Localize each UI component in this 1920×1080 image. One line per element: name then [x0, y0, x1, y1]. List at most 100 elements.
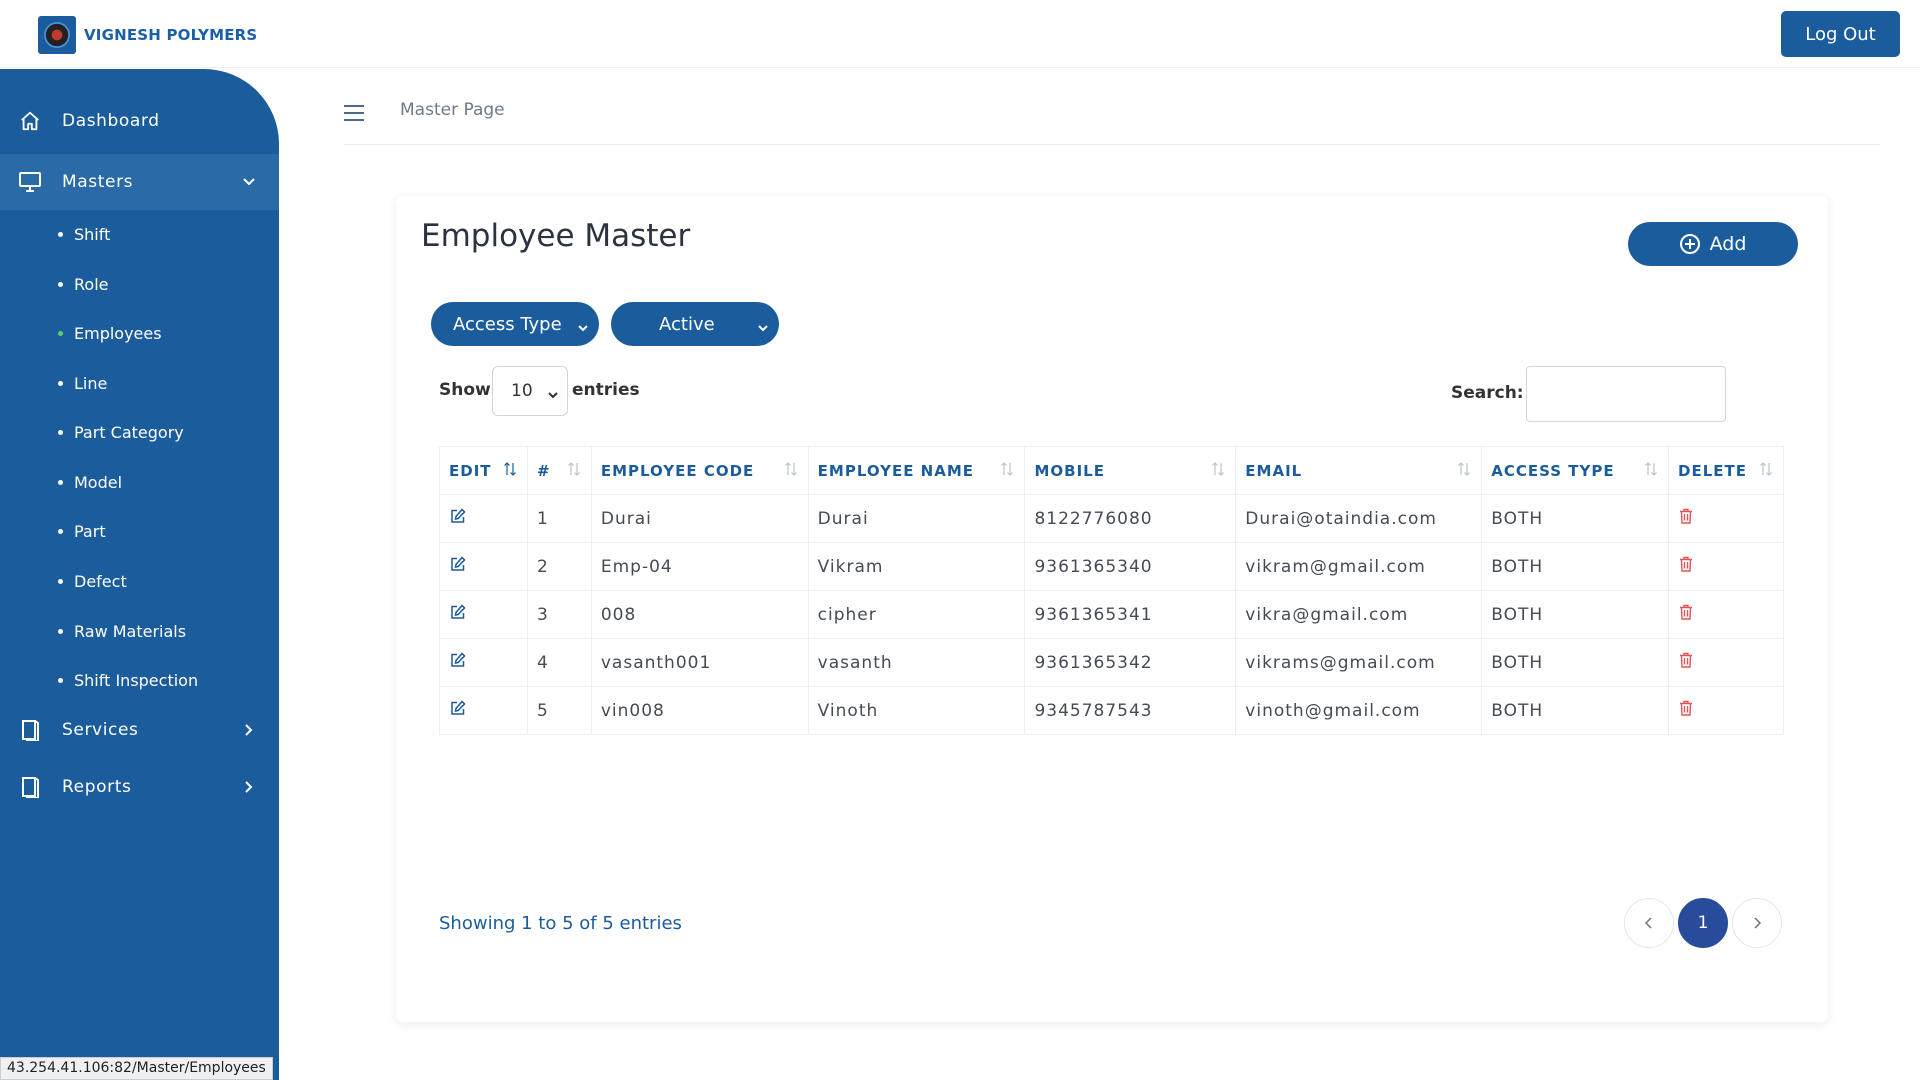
top-bar: VIGNESH POLYMERS Log Out: [0, 0, 1920, 68]
entries-per-page-select[interactable]: 10: [492, 366, 568, 416]
edit-icon[interactable]: [450, 508, 466, 529]
chevron-down-icon: [757, 318, 769, 332]
employee-access-type: BOTH: [1481, 638, 1670, 687]
access-type-filter[interactable]: Access Type: [431, 302, 599, 346]
employee-access-type: BOTH: [1481, 686, 1670, 735]
column-header-email[interactable]: EMAIL: [1235, 446, 1483, 495]
sort-icon: [1001, 462, 1014, 476]
edit-cell: [439, 542, 528, 591]
edit-icon[interactable]: [450, 604, 466, 625]
edit-icon[interactable]: [450, 652, 466, 673]
trash-icon[interactable]: [1679, 604, 1693, 625]
delete-cell: [1668, 638, 1784, 687]
column-header-access-type[interactable]: ACCESS TYPE: [1481, 446, 1670, 495]
sidebar-item-reports[interactable]: Reports: [0, 759, 279, 815]
sort-icon: [1760, 462, 1772, 476]
table-info: Showing 1 to 5 of 5 entries: [439, 913, 682, 934]
delete-cell: [1668, 494, 1784, 543]
show-label: Show: [439, 380, 491, 400]
brand-name: VIGNESH POLYMERS: [84, 26, 258, 44]
page-button-current[interactable]: 1: [1678, 898, 1728, 948]
sidebar-subitem-raw-materials[interactable]: Raw Materials: [58, 622, 186, 641]
employee-code: 008: [590, 590, 809, 639]
home-icon: [18, 109, 42, 133]
edit-icon[interactable]: [450, 700, 466, 721]
employee-mobile: 8122776080: [1024, 494, 1237, 543]
trash-icon[interactable]: [1679, 508, 1693, 529]
breadcrumb: Master Page: [400, 100, 505, 120]
sidebar-subitem-employees[interactable]: Employees: [58, 324, 162, 343]
delete-cell: [1668, 590, 1784, 639]
sidebar-subitem-role[interactable]: Role: [58, 275, 108, 294]
brand-logo-icon: [38, 16, 76, 54]
brand-logo[interactable]: VIGNESH POLYMERS: [38, 16, 257, 54]
employee-code: vasanth001: [590, 638, 809, 687]
edit-cell: [439, 686, 528, 735]
sidebar-item-label: Services: [62, 720, 139, 740]
employee-mobile: 9345787543: [1024, 686, 1237, 735]
book-icon: [18, 775, 42, 799]
add-button[interactable]: Add: [1628, 222, 1798, 266]
table-body: 1 Durai Durai 8122776080 Durai@otaindia.com B…: [439, 494, 1784, 735]
status-filter[interactable]: Active: [611, 302, 779, 346]
sidebar-subitem-defect[interactable]: Defect: [58, 572, 127, 591]
sidebar-subitem-shift[interactable]: Shift: [58, 225, 110, 244]
employee-access-type: BOTH: [1481, 590, 1670, 639]
column-header-edit[interactable]: EDIT: [439, 446, 528, 495]
employee-name: cipher: [807, 590, 1026, 639]
trash-icon[interactable]: [1679, 556, 1693, 577]
plus-circle-icon: [1679, 234, 1700, 254]
table-row: 3 008 cipher 9361365341 vikra@gmail.com BOTH: [439, 590, 1784, 639]
delete-cell: [1668, 686, 1784, 735]
column-header-delete[interactable]: DELETE: [1668, 446, 1784, 495]
sidebar-subitem-part[interactable]: Part: [58, 522, 106, 541]
trash-icon[interactable]: [1679, 652, 1693, 673]
sidebar-subitem-shift-inspection[interactable]: Shift Inspection: [58, 671, 198, 690]
employee-email: Durai@otaindia.com: [1235, 494, 1483, 543]
row-number: 2: [526, 542, 592, 591]
sidebar: Dashboard Masters Shift Role Employees L…: [0, 69, 279, 1080]
sidebar-subitem-line[interactable]: Line: [58, 374, 107, 393]
table-header-row: EDIT # EMPLOYEE CODE EMPLOYEE NAME MOBIL…: [439, 446, 1784, 495]
employee-name: Vinoth: [807, 686, 1026, 735]
chevron-down-icon: [239, 172, 259, 192]
employee-access-type: BOTH: [1481, 494, 1670, 543]
chevron-right-icon: [239, 777, 259, 797]
column-header-employee-code[interactable]: EMPLOYEE CODE: [590, 446, 809, 495]
employee-mobile: 9361365342: [1024, 638, 1237, 687]
entries-per-page-value: 10: [511, 381, 533, 401]
employee-name: Durai: [807, 494, 1026, 543]
row-number: 5: [526, 686, 592, 735]
logout-button[interactable]: Log Out: [1781, 11, 1900, 57]
sidebar-subitem-model[interactable]: Model: [58, 473, 122, 492]
row-number: 1: [526, 494, 592, 543]
employee-name: vasanth: [807, 638, 1026, 687]
edit-cell: [439, 590, 528, 639]
previous-page-button[interactable]: [1624, 898, 1674, 948]
search-input[interactable]: [1526, 366, 1726, 422]
chevron-right-icon: [1754, 917, 1762, 929]
table-row: 2 Emp-04 Vikram 9361365340 vikram@gmail.com B…: [439, 542, 1784, 591]
page-title: Employee Master: [421, 218, 691, 254]
edit-icon[interactable]: [450, 556, 466, 577]
sidebar-item-masters[interactable]: Masters: [0, 154, 279, 210]
sidebar-item-services[interactable]: Services: [0, 702, 279, 758]
sidebar-item-dashboard[interactable]: Dashboard: [0, 93, 279, 149]
edit-cell: [439, 638, 528, 687]
sidebar-subitem-part-category[interactable]: Part Category: [58, 423, 184, 442]
trash-icon[interactable]: [1679, 700, 1693, 721]
next-page-button[interactable]: [1732, 898, 1782, 948]
column-header-mobile[interactable]: MOBILE: [1024, 446, 1237, 495]
column-header-employee-name[interactable]: EMPLOYEE NAME: [807, 446, 1026, 495]
column-header-number[interactable]: #: [526, 446, 592, 495]
employee-master-card: Employee Master Add Access Type Active S…: [396, 196, 1828, 1022]
employee-name: Vikram: [807, 542, 1026, 591]
access-type-filter-label: Access Type: [453, 313, 562, 335]
edit-cell: [439, 494, 528, 543]
delete-cell: [1668, 542, 1784, 591]
table-row: 4 vasanth001 vasanth 9361365342 vikrams@gmai…: [439, 638, 1784, 687]
monitor-icon: [18, 170, 42, 194]
hamburger-menu-icon[interactable]: [344, 100, 370, 126]
table-row: 1 Durai Durai 8122776080 Durai@otaindia.com B…: [439, 494, 1784, 543]
chevron-right-icon: [239, 720, 259, 740]
